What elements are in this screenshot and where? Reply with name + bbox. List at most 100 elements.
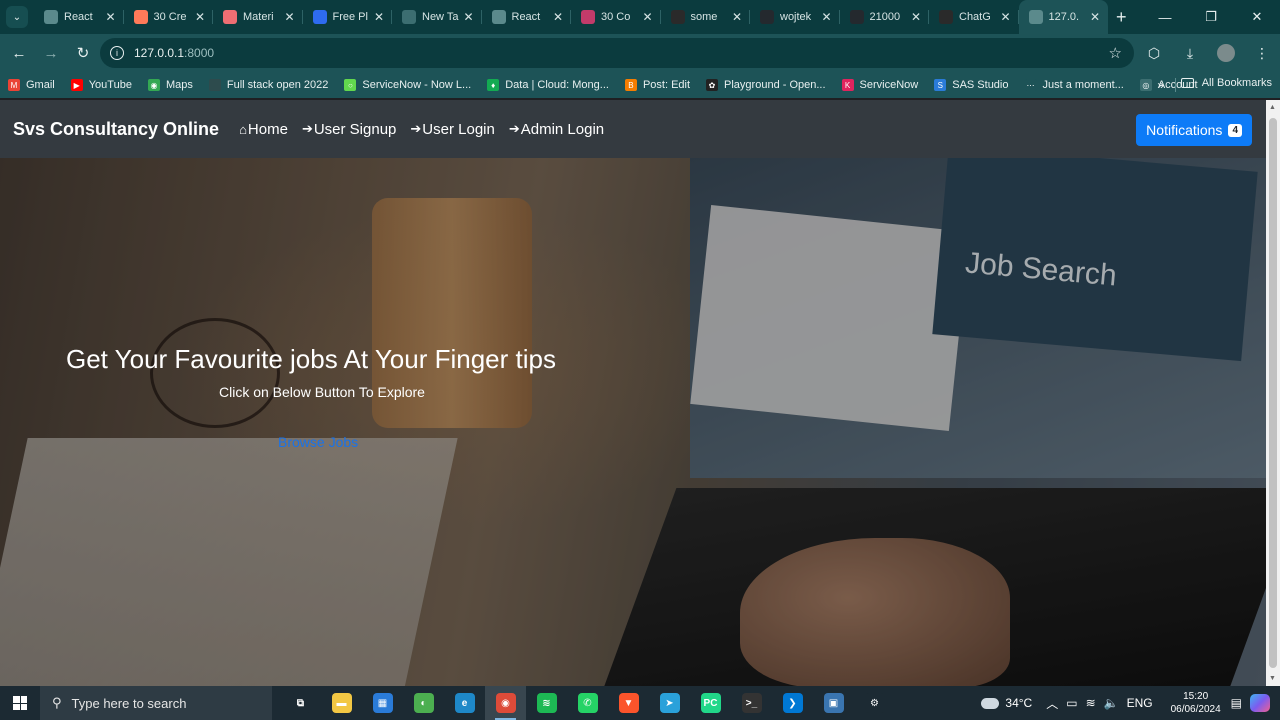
more-bookmarks-chevron-icon[interactable]: » (1157, 78, 1164, 92)
taskbar-app-file-explorer[interactable]: ▬ (321, 686, 362, 720)
notification-center-icon[interactable]: ▤ (1231, 696, 1242, 710)
browser-tab[interactable]: New Ta ✕ (392, 0, 482, 34)
close-tab-icon[interactable]: ✕ (1090, 10, 1100, 24)
all-bookmarks-label: All Bookmarks (1201, 77, 1272, 89)
taskbar-app-spotify[interactable]: ≋ (526, 686, 567, 720)
page-scrollbar[interactable]: ▲ ▼ (1266, 100, 1280, 686)
taskbar-app-vscode[interactable]: ❯ (772, 686, 813, 720)
wifi-icon[interactable]: ≋ (1086, 696, 1096, 710)
taskbar-app-chrome[interactable]: ◉ (485, 686, 526, 720)
bookmark-favicon-icon: ◉ (147, 79, 160, 91)
browser-tab[interactable]: some ✕ (661, 0, 751, 34)
tab-title: ChatG (959, 11, 991, 23)
new-tab-button[interactable]: + (1116, 7, 1127, 28)
taskbar-app-edge[interactable]: e (444, 686, 485, 720)
site-brand[interactable]: Svs Consultancy Online (13, 119, 219, 140)
browser-tab[interactable]: 127.0. ✕ (1018, 0, 1108, 34)
maximize-button[interactable]: ❐ (1188, 0, 1234, 34)
bookmark-label: Maps (165, 79, 193, 91)
bookmark-star-icon[interactable]: ☆ (1109, 44, 1122, 62)
task-view-icon: ⧉ (290, 693, 311, 713)
copilot-icon[interactable] (1250, 694, 1270, 712)
taskbar-app-terminal[interactable]: >_ (731, 686, 772, 720)
close-window-button[interactable]: ✕ (1234, 0, 1280, 34)
volume-icon[interactable]: 🔈 (1104, 696, 1119, 710)
bookmark-item[interactable]: ✿ Playground - Open... (698, 79, 834, 91)
scroll-up-arrow-icon[interactable]: ▲ (1269, 104, 1276, 111)
nav-link-admin-login[interactable]: ➔ Admin Login (509, 121, 604, 138)
profile-avatar[interactable] (1217, 44, 1235, 62)
nav-link-user-login[interactable]: ➔ User Login (410, 121, 494, 138)
browser-tab[interactable]: ChatG ✕ (929, 0, 1019, 34)
extensions-icon[interactable]: ⬡ (1136, 38, 1172, 68)
bookmark-list: M Gmail ▶ YouTube ◉ Maps Full stack open 2022 ○… (0, 79, 1206, 91)
close-tab-icon[interactable]: ✕ (463, 10, 473, 24)
bookmark-item[interactable]: ○ ServiceNow - Now L... (336, 79, 479, 91)
address-bar[interactable]: i 127.0.0.1:8000 ☆ (100, 38, 1134, 68)
close-tab-icon[interactable]: ✕ (732, 10, 742, 24)
browser-tab[interactable]: Materi ✕ (213, 0, 303, 34)
nav-link-home[interactable]: ⌂ Home (239, 121, 288, 138)
bookmark-item[interactable]: K ServiceNow (834, 79, 927, 91)
taskbar-app-python-idle[interactable]: ▣ (813, 686, 854, 720)
forward-button[interactable]: → (36, 38, 66, 68)
start-button[interactable] (0, 686, 40, 720)
bookmark-favicon-icon: ○ (344, 79, 357, 91)
reload-button[interactable]: ↻ (68, 38, 98, 68)
browser-tab[interactable]: React ✕ (34, 0, 124, 34)
browser-tab[interactable]: wojtek ✕ (750, 0, 840, 34)
nav-link-user-signup[interactable]: ➔ User Signup (302, 121, 396, 138)
bookmark-item[interactable]: Full stack open 2022 (201, 79, 337, 91)
taskbar-clock[interactable]: 15:20 06/06/2024 (1171, 690, 1221, 716)
browse-jobs-link[interactable]: Browse Jobs (278, 434, 358, 450)
close-tab-icon[interactable]: ✕ (553, 10, 563, 24)
display-icon[interactable]: ▭ (1066, 696, 1077, 710)
windows-logo-icon (13, 696, 27, 710)
close-tab-icon[interactable]: ✕ (642, 10, 652, 24)
taskbar-app-pycharm[interactable]: PC (690, 686, 731, 720)
language-indicator[interactable]: ENG (1127, 696, 1153, 710)
scroll-down-arrow-icon[interactable]: ▼ (1269, 675, 1276, 682)
taskbar-app-microsoft-store[interactable]: ▦ (362, 686, 403, 720)
taskbar-app-task-view[interactable]: ⧉ (280, 686, 321, 720)
minimize-button[interactable]: — (1142, 0, 1188, 34)
tab-search-button[interactable]: ⌄ (6, 6, 28, 28)
weather-widget[interactable]: 34°C (981, 696, 1032, 710)
bookmark-item[interactable]: ◉ Maps (140, 79, 201, 91)
bookmark-item[interactable]: ♦ Data | Cloud: Mong... (479, 79, 617, 91)
bookmark-item[interactable]: ▶ YouTube (63, 79, 140, 91)
browser-tab[interactable]: 21000 ✕ (840, 0, 930, 34)
taskbar-search-box[interactable]: ⚲ Type here to search (40, 686, 272, 720)
browser-tab[interactable]: 30 Cre ✕ (124, 0, 214, 34)
scrollbar-thumb[interactable] (1269, 118, 1277, 668)
nav-link-label: User Signup (313, 120, 397, 138)
taskbar-app-settings[interactable]: ⚙ (854, 686, 895, 720)
taskbar-app-chrome-canary[interactable]: ◐ (403, 686, 444, 720)
menu-kebab-icon[interactable]: ⋮ (1244, 38, 1280, 68)
close-tab-icon[interactable]: ✕ (911, 10, 921, 24)
close-tab-icon[interactable]: ✕ (284, 10, 294, 24)
close-tab-icon[interactable]: ✕ (195, 10, 205, 24)
bookmark-item[interactable]: B Post: Edit (617, 79, 698, 91)
back-button[interactable]: ← (4, 38, 34, 68)
browser-tab[interactable]: Free Pl ✕ (303, 0, 393, 34)
close-tab-icon[interactable]: ✕ (1000, 10, 1010, 24)
bookmark-item[interactable]: M Gmail (0, 79, 63, 91)
browser-tab[interactable]: 30 Co ✕ (571, 0, 661, 34)
all-bookmarks-button[interactable]: All Bookmarks (1180, 77, 1272, 89)
bookmark-label: Gmail (26, 79, 55, 91)
site-info-icon[interactable]: i (110, 46, 124, 60)
bookmark-item[interactable]: S SAS Studio (926, 79, 1016, 91)
notifications-button[interactable]: Notifications 4 (1136, 114, 1252, 146)
taskbar-app-whatsapp[interactable]: ✆ (567, 686, 608, 720)
tray-chevron-icon[interactable]: ︿ (1046, 695, 1058, 712)
close-tab-icon[interactable]: ✕ (821, 10, 831, 24)
taskbar-app-telegram[interactable]: ➤ (649, 686, 690, 720)
download-icon[interactable]: ⤓ (1172, 38, 1208, 68)
close-tab-icon[interactable]: ✕ (105, 10, 115, 24)
browser-tab[interactable]: React ✕ (482, 0, 572, 34)
close-tab-icon[interactable]: ✕ (374, 10, 384, 24)
bookmark-item[interactable]: ⋯ Just a moment... (1017, 79, 1132, 91)
taskbar-app-brave[interactable]: ▼ (608, 686, 649, 720)
settings-icon: ⚙ (864, 693, 885, 713)
